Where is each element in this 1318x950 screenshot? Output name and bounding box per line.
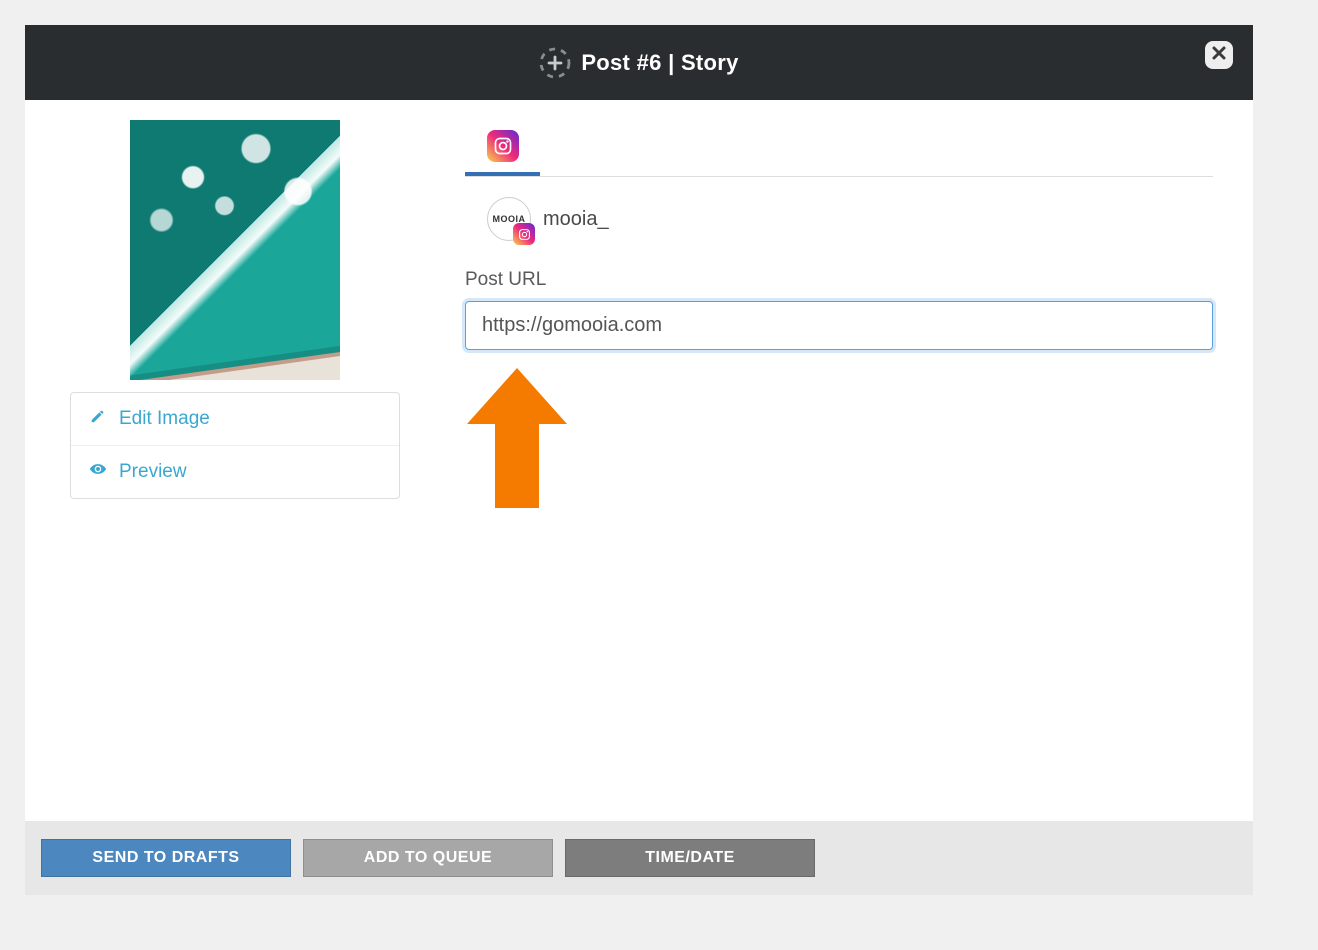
edit-image-label: Edit Image — [119, 408, 210, 430]
form-column: MOOIA mooia_ Post URL — [465, 120, 1213, 821]
account-row: MOOIA mooia_ — [465, 177, 1213, 251]
time-date-label: TIME/DATE — [645, 849, 735, 867]
account-handle: mooia_ — [543, 208, 609, 231]
instagram-icon — [487, 130, 519, 162]
add-to-queue-button[interactable]: ADD TO QUEUE — [303, 839, 553, 877]
close-icon — [1211, 45, 1227, 66]
image-column: Edit Image Preview — [65, 120, 405, 821]
add-to-queue-label: ADD TO QUEUE — [364, 849, 492, 867]
preview-label: Preview — [119, 461, 187, 483]
close-button[interactable] — [1205, 41, 1233, 69]
arrow-up-annotation — [467, 368, 567, 508]
send-to-drafts-button[interactable]: SEND TO DRAFTS — [41, 839, 291, 877]
eye-icon — [89, 460, 107, 484]
post-editor-modal: Post #6 | Story Edit Image — [25, 25, 1253, 895]
arrow-up-icon — [467, 368, 567, 513]
modal-footer: SEND TO DRAFTS ADD TO QUEUE TIME/DATE — [25, 821, 1253, 895]
tab-instagram[interactable] — [465, 130, 540, 176]
platform-tabs — [465, 130, 1213, 177]
post-url-label: Post URL — [465, 269, 1213, 291]
add-post-icon — [539, 47, 571, 79]
preview-button[interactable]: Preview — [71, 445, 399, 498]
modal-body: Edit Image Preview — [25, 100, 1253, 821]
pencil-icon — [89, 407, 107, 431]
post-image-thumbnail[interactable] — [130, 120, 340, 380]
time-date-button[interactable]: TIME/DATE — [565, 839, 815, 877]
account-avatar[interactable]: MOOIA — [487, 197, 531, 241]
send-to-drafts-label: SEND TO DRAFTS — [92, 849, 239, 867]
modal-title: Post #6 | Story — [581, 50, 738, 76]
post-url-input[interactable] — [465, 301, 1213, 350]
edit-image-button[interactable]: Edit Image — [71, 393, 399, 445]
modal-header: Post #6 | Story — [25, 25, 1253, 100]
instagram-badge-icon — [513, 223, 535, 245]
image-actions: Edit Image Preview — [70, 392, 400, 499]
